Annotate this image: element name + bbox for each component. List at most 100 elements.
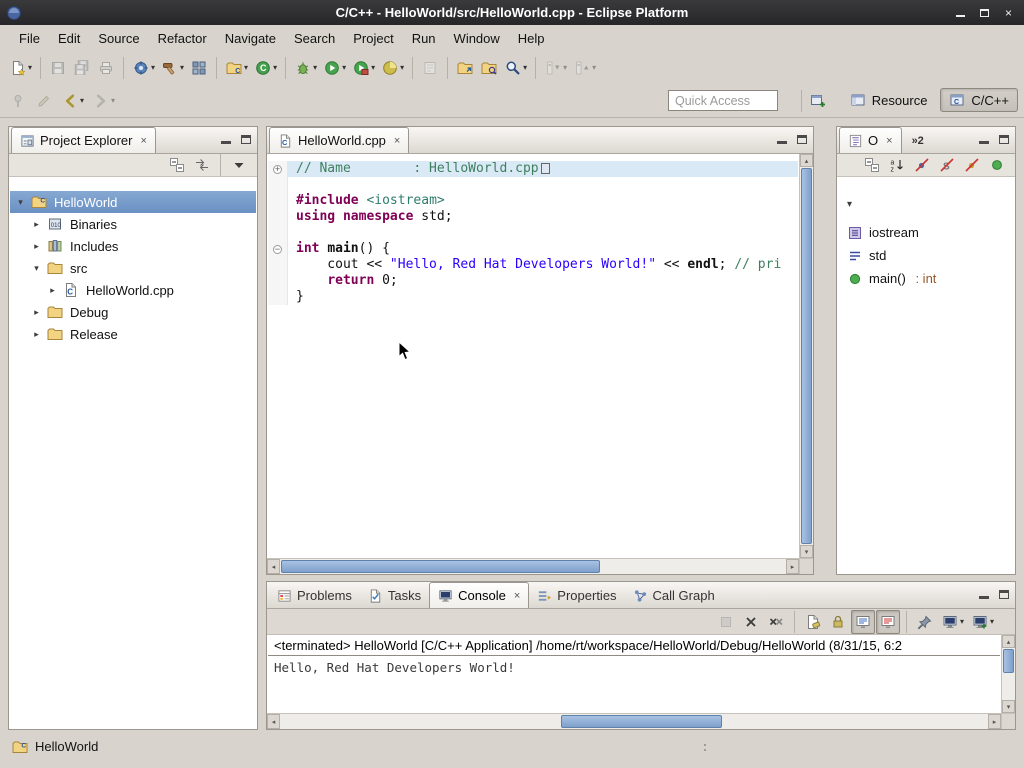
view-menu-button[interactable] xyxy=(227,155,251,175)
pin-console-button[interactable] xyxy=(913,610,937,634)
dropdown-arrow-icon[interactable]: ▾ xyxy=(80,96,84,105)
tree-item-includes[interactable]: ▸ Includes xyxy=(10,235,256,257)
new-cpp-class-button[interactable]: C▾ xyxy=(251,56,280,80)
outline-item-std[interactable]: std xyxy=(838,244,1014,267)
close-icon[interactable]: × xyxy=(140,135,146,147)
hidden-views-count[interactable]: »2 xyxy=(912,135,924,147)
remove-launch-button[interactable] xyxy=(739,610,763,634)
expand-arrow-icon[interactable]: ▾ xyxy=(30,263,43,274)
tree-item-release[interactable]: ▸ Release xyxy=(10,323,256,345)
profile-button[interactable]: ▾ xyxy=(378,56,407,80)
code-line-2[interactable] xyxy=(268,177,798,193)
tab-problems[interactable]: Problems xyxy=(269,583,360,608)
menu-source[interactable]: Source xyxy=(89,27,148,50)
tree-item-src[interactable]: ▾ src xyxy=(10,257,256,279)
scroll-right-arrow[interactable]: ▸ xyxy=(786,559,799,574)
hide-static-members-button[interactable]: S xyxy=(935,155,959,175)
resize-grip[interactable] xyxy=(704,744,706,751)
dropdown-arrow-icon[interactable]: ▾ xyxy=(28,63,32,72)
hide-non-public-members-button[interactable] xyxy=(960,155,984,175)
project-explorer-tab[interactable]: Project Explorer × xyxy=(11,127,156,153)
perspective-c-c-button[interactable]: CC/C++ xyxy=(940,88,1018,112)
dropdown-arrow-icon[interactable]: ▾ xyxy=(313,63,317,72)
open-console-button[interactable]: ▾ xyxy=(968,610,997,634)
editor-tab-helloworld-cpp[interactable]: C HelloWorld.cpp × xyxy=(269,127,409,153)
new-cpp-project-button[interactable]: C▾ xyxy=(222,56,251,80)
perspective-resource-button[interactable]: Resource xyxy=(841,88,937,112)
close-icon[interactable]: × xyxy=(394,135,400,147)
maximize-view-button[interactable] xyxy=(999,135,1009,144)
dropdown-arrow-icon[interactable]: ▾ xyxy=(523,63,527,72)
expand-arrow-icon[interactable]: ▸ xyxy=(30,329,43,340)
menu-file[interactable]: File xyxy=(10,27,49,50)
menu-window[interactable]: Window xyxy=(445,27,509,50)
expand-arrow-icon[interactable]: ▾ xyxy=(14,197,27,208)
outline-dropdown-arrow[interactable]: ▾ xyxy=(847,199,852,210)
forward-button[interactable]: ▾ xyxy=(89,89,118,113)
console-vscrollbar[interactable]: ▴ ▾ xyxy=(1001,635,1015,713)
build-all-button[interactable] xyxy=(187,56,211,80)
vscrollbar-thumb[interactable] xyxy=(801,168,812,544)
tab-console[interactable]: Console × xyxy=(429,582,529,608)
menu-search[interactable]: Search xyxy=(285,27,344,50)
dropdown-arrow-icon[interactable]: ▾ xyxy=(342,63,346,72)
expand-arrow-icon[interactable]: ▸ xyxy=(30,307,43,318)
dropdown-arrow-icon[interactable]: ▾ xyxy=(400,63,404,72)
search-button[interactable]: ▾ xyxy=(501,56,530,80)
scroll-down-arrow[interactable]: ▾ xyxy=(800,545,813,558)
dropdown-arrow-icon[interactable]: ▾ xyxy=(990,617,994,626)
tree-item-debug[interactable]: ▸ Debug xyxy=(10,301,256,323)
dropdown-arrow-icon[interactable]: ▾ xyxy=(273,63,277,72)
outline-item-iostream[interactable]: iostream xyxy=(838,221,1014,244)
tree-item-binaries[interactable]: ▸ 010 Binaries xyxy=(10,213,256,235)
expand-fold-icon[interactable]: + xyxy=(273,165,282,174)
vscrollbar-thumb[interactable] xyxy=(1003,649,1014,673)
menu-run[interactable]: Run xyxy=(403,27,445,50)
collapse-all-button[interactable] xyxy=(860,155,884,175)
console-hscrollbar[interactable]: ◂ ▸ xyxy=(267,713,1001,729)
minimize-view-button[interactable] xyxy=(979,590,989,599)
link-with-editor-button[interactable] xyxy=(190,155,214,175)
pin-editor-button[interactable] xyxy=(6,89,30,113)
code-editor[interactable]: + // Name : HelloWorld.cpp #include <ios… xyxy=(268,155,798,557)
tree-item-helloworld[interactable]: ▾ C HelloWorld xyxy=(10,191,256,213)
open-element-button[interactable] xyxy=(453,56,477,80)
window-close-button[interactable]: × xyxy=(998,4,1019,22)
dropdown-arrow-icon[interactable]: ▾ xyxy=(592,63,596,72)
dropdown-arrow-icon[interactable]: ▾ xyxy=(151,63,155,72)
quick-access-input[interactable] xyxy=(668,90,778,111)
maximize-view-button[interactable] xyxy=(999,590,1009,599)
code-line-3[interactable]: #include <iostream> xyxy=(268,193,798,209)
toggle-mark-occurrences-button[interactable] xyxy=(418,56,442,80)
new-button[interactable]: ▾ xyxy=(6,56,35,80)
hscrollbar-thumb[interactable] xyxy=(281,560,600,573)
tab-call-graph[interactable]: Call Graph xyxy=(625,583,723,608)
dropdown-arrow-icon[interactable]: ▾ xyxy=(563,63,567,72)
sort-button[interactable]: az xyxy=(885,155,909,175)
menu-navigate[interactable]: Navigate xyxy=(216,27,285,50)
menu-help[interactable]: Help xyxy=(509,27,554,50)
expand-arrow-icon[interactable]: ▸ xyxy=(46,285,59,296)
build-button[interactable]: ▾ xyxy=(158,56,187,80)
window-minimize-button[interactable] xyxy=(950,4,971,22)
scroll-up-arrow[interactable]: ▴ xyxy=(800,154,813,167)
next-annotation-button[interactable]: ▾ xyxy=(541,56,570,80)
debug-configurations-button[interactable]: ▾ xyxy=(129,56,158,80)
code-line-6[interactable]: − int main() { xyxy=(268,241,798,257)
scroll-lock-button[interactable] xyxy=(826,610,850,634)
code-line-5[interactable] xyxy=(268,225,798,241)
code-line-7[interactable]: cout << "Hello, Red Hat Developers World… xyxy=(268,257,798,273)
menu-project[interactable]: Project xyxy=(344,27,402,50)
save-button[interactable] xyxy=(46,56,70,80)
show-console-on-stdout-button[interactable] xyxy=(851,610,875,634)
outline-tab[interactable]: O × xyxy=(839,127,902,153)
minimize-view-button[interactable] xyxy=(777,135,787,144)
maximize-view-button[interactable] xyxy=(797,135,807,144)
code-line-1[interactable]: + // Name : HelloWorld.cpp xyxy=(268,161,798,177)
tab-properties[interactable]: Properties xyxy=(529,583,624,608)
expand-arrow-icon[interactable]: ▸ xyxy=(30,241,43,252)
external-tools-button[interactable]: ▾ xyxy=(349,56,378,80)
print-button[interactable] xyxy=(94,56,118,80)
folded-region-box[interactable] xyxy=(541,163,550,174)
terminate-button[interactable] xyxy=(714,610,738,634)
